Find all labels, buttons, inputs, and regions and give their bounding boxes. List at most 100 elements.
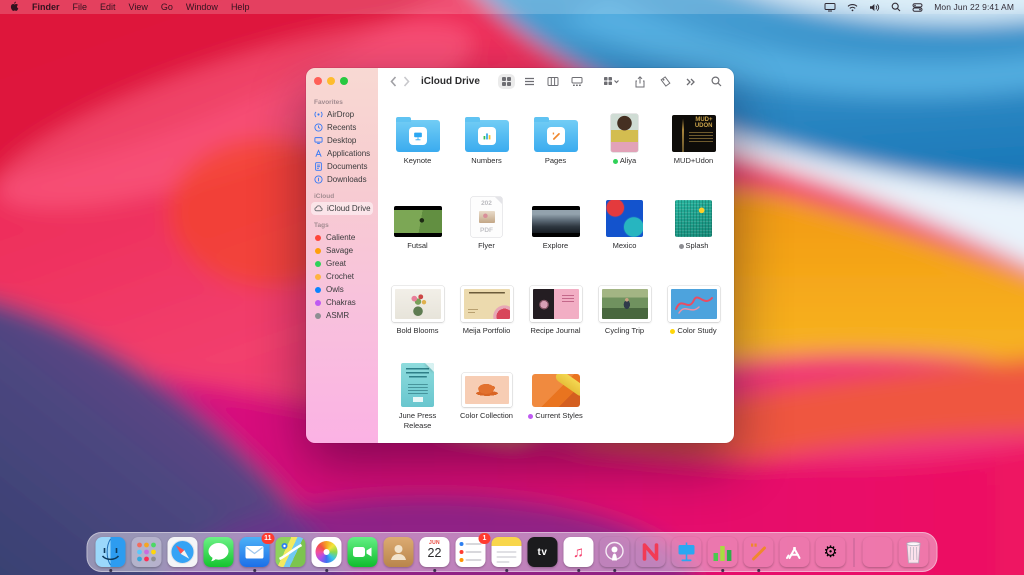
menu-finder[interactable]: Finder (32, 2, 60, 12)
view-list-button[interactable] (521, 74, 538, 89)
file-name: Aliya (619, 156, 637, 165)
tag-icon[interactable] (657, 74, 674, 89)
dock-app-store[interactable] (780, 537, 810, 567)
dock-messages[interactable] (203, 537, 234, 567)
sidebar-item-airdrop[interactable]: AirDrop (311, 108, 373, 121)
sidebar-item-recents[interactable]: Recents (311, 121, 373, 134)
dock-calendar[interactable]: JUN 22 (419, 537, 450, 572)
view-columns-button[interactable] (544, 74, 562, 89)
close-button[interactable] (314, 77, 322, 85)
dock-system-preferences[interactable]: ⚙ (816, 537, 846, 567)
control-center-icon[interactable] (912, 2, 923, 12)
zoom-button[interactable] (340, 77, 348, 85)
menu-clock[interactable]: Mon Jun 22 9:41 AM (934, 2, 1014, 12)
dock-trash[interactable] (899, 537, 929, 567)
clock-icon (314, 123, 323, 132)
file-flyer[interactable]: 202 PDF Flyer (452, 189, 521, 274)
view-gallery-button[interactable] (568, 74, 586, 89)
dock-finder[interactable] (95, 537, 126, 572)
sidebar-tag-great[interactable]: Great (311, 257, 373, 270)
file-name: Recipe Journal (530, 326, 581, 335)
dock-maps[interactable] (275, 537, 306, 567)
file-explore[interactable]: Explore (521, 189, 590, 274)
spotlight-icon[interactable] (891, 2, 901, 12)
sidebar-item-downloads[interactable]: Downloads (311, 173, 373, 186)
tag-dot (528, 413, 534, 419)
menu-view[interactable]: View (129, 2, 148, 12)
file-name: Mexico (612, 241, 637, 250)
display-status-icon[interactable] (824, 2, 836, 12)
menu-edit[interactable]: Edit (100, 2, 116, 12)
sidebar-item-applications[interactable]: Applications (311, 147, 373, 160)
sidebar-tag-owls[interactable]: Owls (311, 283, 373, 296)
forward-button[interactable] (400, 74, 413, 89)
file-keynote[interactable]: Keynote (383, 104, 452, 189)
dock-music[interactable]: ♫ (563, 537, 594, 572)
menu-help[interactable]: Help (231, 2, 250, 12)
minimize-button[interactable] (327, 77, 335, 85)
back-button[interactable] (387, 74, 400, 89)
dock-launchpad[interactable] (131, 537, 162, 567)
file-name: Flyer (478, 241, 495, 250)
sidebar-label: Recents (327, 123, 357, 132)
sidebar-tag-chakras[interactable]: Chakras (311, 296, 373, 309)
file-pages[interactable]: Pages (521, 104, 590, 189)
file-color-collection[interactable]: Color Collection (452, 359, 521, 443)
sidebar-tag-savage[interactable]: Savage (311, 244, 373, 257)
dock-mail[interactable]: 11 (239, 533, 275, 572)
dock-notes[interactable] (491, 537, 522, 572)
view-icon-grid-button[interactable] (497, 74, 515, 89)
sidebar-item-desktop[interactable]: Desktop (311, 134, 373, 147)
downloads-stack-icon (863, 537, 893, 567)
tag-label: Crochet (326, 272, 355, 281)
sidebar-section-favorites: Favorites (314, 99, 343, 106)
dock-news[interactable] (636, 537, 666, 567)
group-by-button[interactable] (601, 74, 623, 89)
running-indicator (109, 569, 112, 572)
file-aliya[interactable]: Aliya (590, 104, 659, 189)
folder-icon (464, 104, 509, 152)
running-indicator (577, 569, 580, 572)
dock-numbers[interactable] (708, 537, 738, 572)
file-current-styles[interactable]: Current Styles (521, 359, 590, 443)
more-toolbar-items-icon[interactable] (683, 75, 699, 89)
wifi-icon[interactable] (847, 3, 858, 12)
file-color-study[interactable]: Color Study (659, 274, 728, 359)
menu-file[interactable]: File (73, 2, 88, 12)
share-icon[interactable] (632, 74, 648, 90)
dock-downloads-stack[interactable] (863, 537, 893, 567)
sidebar-tag-asmr[interactable]: ASMR (311, 309, 373, 322)
dock-safari[interactable] (167, 537, 198, 567)
dock-reminders[interactable]: 1 (455, 533, 491, 567)
file-numbers[interactable]: Numbers (452, 104, 521, 189)
file-splash[interactable]: Splash (659, 189, 728, 274)
file-meija-portfolio[interactable]: Meija Portfolio (452, 274, 521, 359)
file-cycling-trip[interactable]: Cycling Trip (590, 274, 659, 359)
dock-facetime[interactable] (347, 537, 378, 567)
menu-window[interactable]: Window (186, 2, 218, 12)
apple-menu[interactable] (10, 1, 19, 14)
dock-keynote[interactable] (672, 537, 702, 567)
file-futsal[interactable]: Futsal (383, 189, 452, 274)
menu-go[interactable]: Go (161, 2, 173, 12)
dock-contacts[interactable] (383, 537, 414, 567)
sidebar-item-icloud-drive[interactable]: iCloud Drive (311, 202, 373, 215)
file-bold-blooms[interactable]: Bold Blooms (383, 274, 452, 359)
photos-icon (311, 537, 342, 567)
file-recipe-journal[interactable]: Recipe Journal (521, 274, 590, 359)
dock-pages[interactable] (744, 537, 774, 572)
running-indicator (757, 569, 760, 572)
image-thumbnail (606, 189, 643, 237)
file-june-press-release[interactable]: June Press Release (383, 359, 452, 443)
sidebar-tag-crochet[interactable]: Crochet (311, 270, 373, 283)
dock-podcasts[interactable] (600, 537, 630, 572)
search-icon[interactable] (708, 74, 725, 89)
sidebar-item-documents[interactable]: Documents (311, 160, 373, 173)
volume-icon[interactable] (869, 3, 880, 12)
sidebar-tag-caliente[interactable]: Caliente (311, 231, 373, 244)
dock-photos[interactable] (311, 537, 342, 572)
dock-tv[interactable]: tv (527, 537, 558, 567)
file-mexico[interactable]: Mexico (590, 189, 659, 274)
reminders-badge: 1 (478, 533, 491, 544)
file-mud-udon[interactable]: MUD+ UDON MUD+Udon (659, 104, 728, 189)
